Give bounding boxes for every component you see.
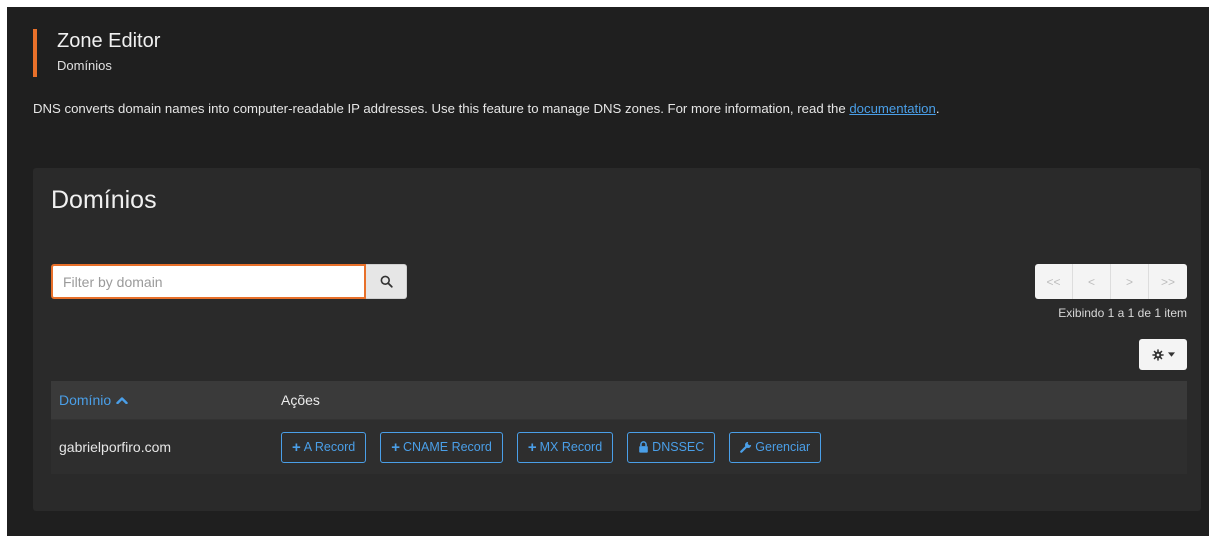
- last-page-button[interactable]: >>: [1149, 264, 1187, 299]
- add-mx-record-label: MX Record: [539, 440, 603, 454]
- add-a-record-button[interactable]: + A Record: [281, 431, 367, 463]
- add-cname-record-button[interactable]: + CNAME Record: [380, 431, 503, 463]
- page-header: Zone Editor Domínios: [33, 29, 160, 77]
- add-cname-record-label: CNAME Record: [402, 440, 492, 454]
- panel-title: Domínios: [51, 186, 157, 214]
- caret-down-icon: [1167, 352, 1175, 357]
- manage-label: Gerenciar: [755, 440, 811, 454]
- prev-page-button[interactable]: <: [1073, 264, 1111, 299]
- gear-icon: [1151, 348, 1164, 361]
- chevron-up-icon: [116, 397, 128, 404]
- plus-icon: +: [391, 438, 400, 456]
- domains-panel: Domínios << < > >> Exibindo 1 a 1 de 1 i…: [33, 168, 1201, 511]
- pagination-status: Exibindo 1 a 1 de 1 item: [1058, 306, 1187, 320]
- column-header-domain[interactable]: Domínio: [51, 392, 281, 408]
- plus-icon: +: [292, 438, 301, 456]
- table-settings-button[interactable]: [1139, 339, 1187, 370]
- add-a-record-label: A Record: [303, 440, 356, 454]
- plus-icon: +: [527, 438, 537, 456]
- column-header-actions: Ações: [281, 392, 320, 408]
- dnssec-label: DNSSEC: [652, 440, 705, 454]
- documentation-link[interactable]: documentation: [849, 101, 936, 116]
- page-description: DNS converts domain names into computer-…: [33, 101, 940, 116]
- domain-cell: gabrielporfiro.com: [59, 439, 172, 455]
- domains-table: Domínio Ações gabrielporfiro.com + A Rec…: [51, 381, 1187, 474]
- lock-icon: [639, 441, 648, 453]
- first-page-button[interactable]: <<: [1035, 264, 1073, 299]
- dnssec-button[interactable]: DNSSEC: [627, 431, 716, 463]
- wrench-icon: [740, 441, 752, 453]
- manage-button[interactable]: Gerenciar: [729, 431, 822, 463]
- filter-domain-input[interactable]: [51, 264, 366, 299]
- zone-editor-page: Zone Editor Domínios DNS converts domain…: [7, 7, 1209, 536]
- next-page-button[interactable]: >: [1111, 264, 1149, 299]
- page-subtitle: Domínios: [57, 58, 112, 73]
- table-row: gabrielporfiro.com + A Record + CNAME Re…: [51, 419, 1187, 474]
- description-text: DNS converts domain names into computer-…: [33, 101, 850, 116]
- table-header: Domínio Ações: [51, 381, 1187, 419]
- search-group: [51, 264, 407, 299]
- row-actions: + A Record + CNAME Record + MX Record DN…: [281, 431, 822, 463]
- description-end: .: [935, 101, 940, 116]
- search-icon: [380, 275, 393, 288]
- page-title: Zone Editor: [57, 30, 161, 52]
- search-button[interactable]: [366, 264, 407, 299]
- pagination: << < > >>: [1035, 264, 1187, 299]
- add-mx-record-button[interactable]: + MX Record: [516, 431, 614, 463]
- column-header-domain-label: Domínio: [59, 392, 112, 408]
